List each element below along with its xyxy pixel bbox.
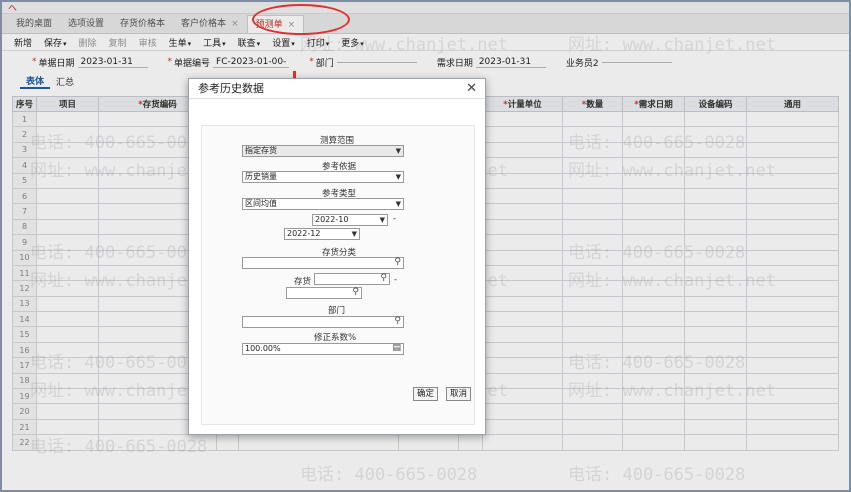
category-input[interactable]: ⚲ <box>242 257 404 269</box>
inventory-dash: - <box>394 275 398 285</box>
chevron-down-icon: ▼ <box>395 200 401 208</box>
inventory-label: 存货 <box>294 277 312 287</box>
dept-input[interactable]: ⚲ <box>242 316 404 328</box>
cancel-button[interactable]: 取消 <box>446 387 471 401</box>
type-select[interactable]: 区间均值 ▼ <box>242 198 404 210</box>
basis-select[interactable]: 历史销量 ▼ <box>242 171 404 183</box>
search-icon[interactable]: ⚲ <box>380 273 387 283</box>
ok-button[interactable]: 确定 <box>413 387 438 401</box>
coef-input[interactable]: 100.00% ▤ <box>242 343 404 355</box>
to-period-select[interactable]: 2022-12 ▼ <box>284 228 360 240</box>
chevron-down-icon: ▼ <box>395 173 401 181</box>
from-period-select[interactable]: 2022-10 ▼ <box>312 214 388 226</box>
search-icon[interactable]: ⚲ <box>352 287 359 297</box>
dept-label: 部门 <box>328 306 346 316</box>
chevron-down-icon: ▼ <box>379 216 385 224</box>
range-select[interactable]: 指定存货 ▼ <box>242 145 404 157</box>
close-icon[interactable]: ✕ <box>466 79 477 99</box>
dialog-title: 参考历史数据 <box>198 82 264 95</box>
chevron-down-icon: ▼ <box>395 147 401 155</box>
calculator-icon[interactable]: ▤ <box>392 343 401 353</box>
chevron-down-icon: ▼ <box>351 230 357 238</box>
search-icon[interactable]: ⚲ <box>394 257 401 267</box>
period-dash: - <box>393 214 397 224</box>
search-icon[interactable]: ⚲ <box>394 316 401 326</box>
dialog-body: 测算范围 指定存货 ▼ 参考依据 历史销量 ▼ 参考类型 区间均值 ▼ 2022-10… <box>201 125 475 425</box>
reference-history-dialog: 参考历史数据 ✕ 测算范围 指定存货 ▼ 参考依据 历史销量 ▼ 参考类型 区间均值… <box>188 78 486 435</box>
inventory-from-input[interactable]: ⚲ <box>314 273 390 285</box>
dialog-title-bar: 参考历史数据 ✕ <box>189 79 485 99</box>
coef-label: 修正系数% <box>314 333 357 343</box>
inventory-to-input[interactable]: ⚲ <box>286 287 362 299</box>
